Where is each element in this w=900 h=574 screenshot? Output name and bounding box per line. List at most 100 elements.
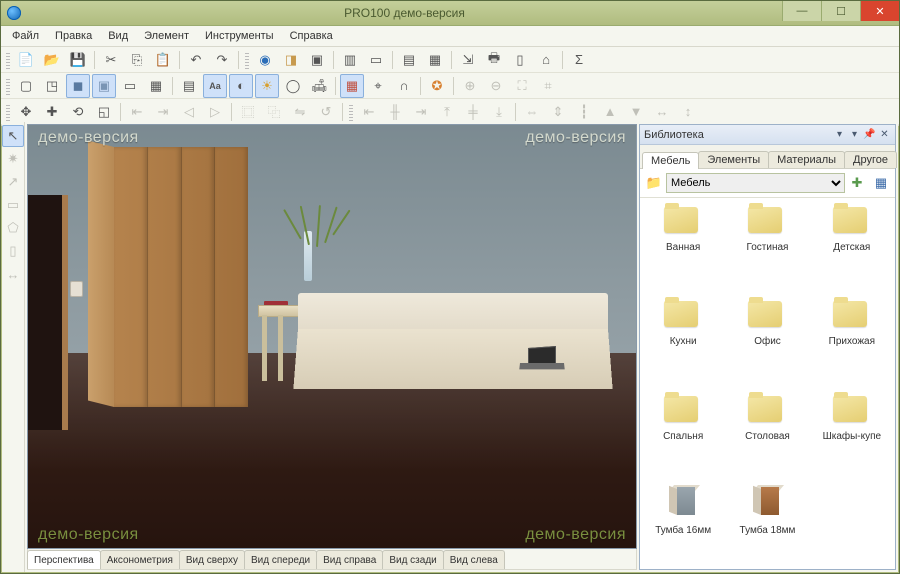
viewport-3d[interactable]: демо-версия демо-версия демо-версия демо… bbox=[27, 124, 637, 549]
zoom-fit-button[interactable]: ⛶ bbox=[510, 74, 534, 98]
sphere-button[interactable]: ◯ bbox=[281, 74, 305, 98]
new-file-button[interactable]: 📄 bbox=[14, 48, 38, 72]
paste-button[interactable]: 📋 bbox=[151, 48, 175, 72]
grip-icon[interactable] bbox=[6, 103, 10, 121]
pointer-tool[interactable]: ↖ bbox=[2, 125, 24, 147]
sigma-button[interactable]: Σ bbox=[567, 48, 591, 72]
copy-button[interactable]: ⎘ bbox=[125, 48, 149, 72]
ungroup-button[interactable]: ⿻ bbox=[262, 100, 286, 124]
line-tool[interactable]: ↗ bbox=[2, 171, 24, 193]
shape-outline-button[interactable]: ▭ bbox=[118, 74, 142, 98]
menu-файл[interactable]: Файл bbox=[5, 28, 46, 44]
menu-справка[interactable]: Справка bbox=[283, 28, 340, 44]
equal-w-button[interactable]: ↔ bbox=[650, 100, 674, 124]
help-button[interactable]: ✪ bbox=[425, 74, 449, 98]
shape-shaded-button[interactable]: ▣ bbox=[92, 74, 116, 98]
menu-инструменты[interactable]: Инструменты bbox=[198, 28, 281, 44]
group-button[interactable]: ⿴ bbox=[236, 100, 260, 124]
camera-button[interactable]: ⌂ bbox=[534, 48, 558, 72]
align-top-button[interactable]: ⤒ bbox=[435, 100, 459, 124]
grip-icon[interactable] bbox=[6, 51, 10, 69]
grip-icon[interactable] bbox=[245, 51, 249, 69]
equal-h-button[interactable]: ↕ bbox=[676, 100, 700, 124]
sel-prev-button[interactable]: ⇤ bbox=[125, 100, 149, 124]
rotate-button[interactable]: ↺ bbox=[314, 100, 338, 124]
view-mode-button[interactable]: ▦ bbox=[870, 172, 892, 194]
panel-menu-button[interactable]: ▾ bbox=[833, 128, 846, 141]
library-grid[interactable]: ВаннаяГостинаяДетскаяКухниОфисПрихожаяСп… bbox=[640, 198, 895, 569]
dim-tool[interactable]: ↔ bbox=[2, 263, 24, 285]
library-item[interactable]: Тумба 18мм bbox=[732, 487, 802, 563]
library-tab[interactable]: Элементы bbox=[698, 151, 769, 168]
align-center-button[interactable]: ╫ bbox=[383, 100, 407, 124]
shape-faces-button[interactable]: ▦ bbox=[144, 74, 168, 98]
spacing-button[interactable]: ┇ bbox=[572, 100, 596, 124]
wall-tool[interactable]: ▯ bbox=[2, 240, 24, 262]
view-tab[interactable]: Вид спереди bbox=[244, 550, 317, 569]
sel-right-button[interactable]: ▷ bbox=[203, 100, 227, 124]
print-button[interactable]: 🖶 bbox=[482, 48, 506, 72]
close-button[interactable]: ✕ bbox=[860, 1, 899, 21]
redo-button[interactable]: ↷ bbox=[210, 48, 234, 72]
panel-close-button[interactable]: ✕ bbox=[878, 128, 891, 141]
library-item[interactable]: Ванная bbox=[648, 204, 718, 280]
window-tile-button[interactable]: ▥ bbox=[338, 48, 362, 72]
move-handles-button[interactable]: ✥ bbox=[14, 100, 38, 124]
grid-toggle-button[interactable]: ▦ bbox=[340, 74, 364, 98]
sel-shrink-button[interactable]: ⇥ bbox=[151, 100, 175, 124]
library-button[interactable]: ▦ bbox=[423, 48, 447, 72]
label-toggle-button[interactable]: ▤ bbox=[177, 74, 201, 98]
rect-tool[interactable]: ▭ bbox=[2, 194, 24, 216]
select-window-button[interactable]: ▭ bbox=[364, 48, 388, 72]
menu-элемент[interactable]: Элемент bbox=[137, 28, 196, 44]
zoom-area-button[interactable]: ⌗ bbox=[536, 74, 560, 98]
cube-small-button[interactable]: ◱ bbox=[92, 100, 116, 124]
sel-left-button[interactable]: ◁ bbox=[177, 100, 201, 124]
light-button[interactable]: ◐ bbox=[229, 74, 253, 98]
cut-button[interactable]: ✂ bbox=[99, 48, 123, 72]
open-file-button[interactable]: 📂 bbox=[40, 48, 64, 72]
globe-button[interactable]: ◉ bbox=[253, 48, 277, 72]
library-item[interactable]: Гостиная bbox=[732, 204, 802, 280]
library-item[interactable]: Офис bbox=[732, 298, 802, 374]
poly-tool[interactable]: ⬠ bbox=[2, 217, 24, 239]
dist-v-button[interactable]: ⇕ bbox=[546, 100, 570, 124]
library-item[interactable]: Прихожая bbox=[817, 298, 887, 374]
cube-button[interactable]: ◨ bbox=[279, 48, 303, 72]
zoom-out-button[interactable]: ⊖ bbox=[484, 74, 508, 98]
page-button[interactable]: ▯ bbox=[508, 48, 532, 72]
library-item[interactable]: Спальня bbox=[648, 393, 718, 469]
align-bottom-button[interactable]: ⤓ bbox=[487, 100, 511, 124]
export-button[interactable]: ⇲ bbox=[456, 48, 480, 72]
zoom-in-button[interactable]: ⊕ bbox=[458, 74, 482, 98]
menu-вид[interactable]: Вид bbox=[101, 28, 135, 44]
library-item[interactable]: Столовая bbox=[732, 393, 802, 469]
mirror-button[interactable]: ⇋ bbox=[288, 100, 312, 124]
panel-pin-button[interactable]: 📌 bbox=[863, 128, 876, 141]
view-tab[interactable]: Перспектива bbox=[27, 550, 101, 569]
menu-правка[interactable]: Правка bbox=[48, 28, 99, 44]
library-path-select[interactable]: Мебель bbox=[666, 173, 845, 193]
order-back-button[interactable]: ▼ bbox=[624, 100, 648, 124]
measure-tool[interactable]: ✷ bbox=[2, 148, 24, 170]
save-button[interactable]: 💾 bbox=[66, 48, 90, 72]
library-tab[interactable]: Другое bbox=[844, 151, 897, 168]
minimize-button[interactable]: — bbox=[782, 1, 821, 21]
view-tab[interactable]: Вид справа bbox=[316, 550, 383, 569]
align-mid-button[interactable]: ╪ bbox=[461, 100, 485, 124]
view-tab[interactable]: Вид сверху bbox=[179, 550, 245, 569]
rotate-tool-button[interactable]: ⟲ bbox=[66, 100, 90, 124]
room-button[interactable]: ▣ bbox=[305, 48, 329, 72]
grip-icon[interactable] bbox=[6, 77, 10, 95]
library-item[interactable]: Шкафы-купе bbox=[817, 393, 887, 469]
dist-h-button[interactable]: ⇔ bbox=[520, 100, 544, 124]
shape-rect-button[interactable]: ▢ bbox=[14, 74, 38, 98]
library-item[interactable]: Детская bbox=[817, 204, 887, 280]
grip-icon[interactable] bbox=[349, 103, 353, 121]
furniture-button[interactable]: 🛋 bbox=[307, 74, 331, 98]
maximize-button[interactable]: ☐ bbox=[821, 1, 860, 21]
library-item[interactable]: Тумба 16мм bbox=[648, 487, 718, 563]
snap-button[interactable]: ⌖ bbox=[366, 74, 390, 98]
undo-button[interactable]: ↶ bbox=[184, 48, 208, 72]
shape-solid-button[interactable]: ◼ bbox=[66, 74, 90, 98]
